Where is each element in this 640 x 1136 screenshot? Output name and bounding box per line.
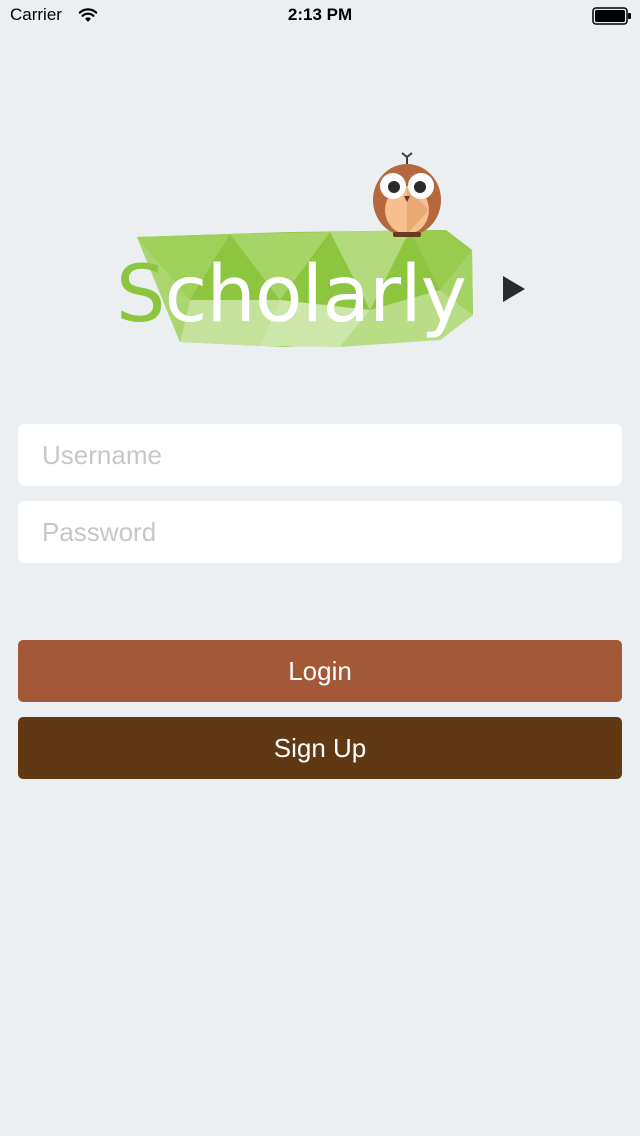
login-button[interactable]: Login [18, 640, 622, 702]
play-icon[interactable] [503, 276, 525, 307]
owl-icon [373, 152, 441, 237]
password-input[interactable] [40, 515, 600, 549]
battery-icon [592, 7, 632, 30]
logo-letter-s: S [116, 250, 165, 340]
status-time: 2:13 PM [287, 5, 353, 24]
svg-text:Scholarly: Scholarly [116, 250, 466, 340]
logo-text: cholarly [165, 250, 466, 340]
status-bar: Carrier 2:13 PM [0, 0, 640, 40]
password-field[interactable] [18, 501, 622, 563]
username-field[interactable] [18, 424, 622, 486]
signup-button[interactable]: Sign Up [18, 717, 622, 779]
username-input[interactable] [40, 438, 600, 472]
scholarly-logo: Scholarly [110, 150, 480, 360]
